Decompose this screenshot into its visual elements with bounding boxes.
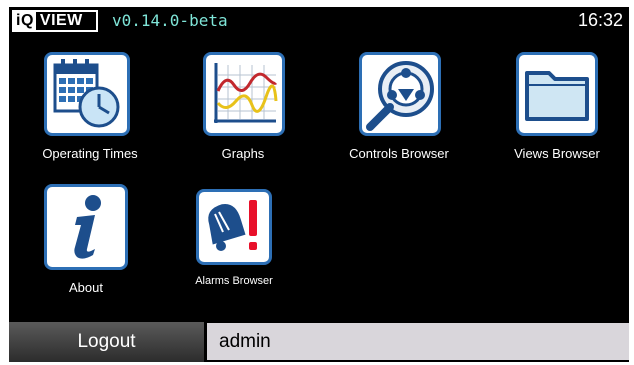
logo-view: VIEW	[39, 12, 83, 29]
iqview-logo: iQ VIEW	[12, 10, 98, 32]
folder-icon	[516, 52, 598, 136]
top-bar: iQ VIEW v0.14.0-beta 16:32	[9, 7, 629, 35]
logout-button[interactable]: Logout	[9, 322, 204, 362]
clock: 16:32	[577, 10, 623, 30]
screen: iQ VIEW v0.14.0-beta 16:32 Operating Tim…	[9, 7, 629, 362]
app-label: Alarms Browser	[195, 275, 273, 287]
network-search-icon	[359, 52, 441, 136]
app-alarms-browser[interactable]: Alarms Browser	[164, 189, 304, 299]
app-graphs[interactable]: Graphs	[173, 52, 313, 167]
app-controls-browser[interactable]: Controls Browser	[329, 52, 469, 167]
app-label: Operating Times	[42, 146, 138, 161]
app-label: Views Browser	[514, 146, 600, 161]
app-operating-times[interactable]: Operating Times	[20, 52, 160, 167]
version-label: v0.14.0-beta	[112, 11, 228, 30]
username-field: admin	[207, 323, 629, 360]
app-label: Controls Browser	[349, 146, 449, 161]
alarm-bell-icon	[196, 189, 272, 265]
bottom-bar: Logout admin	[9, 319, 629, 362]
info-icon	[44, 184, 128, 270]
calendar-clock-icon	[44, 52, 130, 136]
app-views-browser[interactable]: Views Browser	[487, 52, 627, 167]
app-label: About	[69, 280, 103, 295]
line-graph-icon	[203, 52, 285, 136]
app-about[interactable]: About	[16, 184, 156, 299]
logo-iq: iQ	[14, 12, 36, 30]
app-label: Graphs	[221, 146, 265, 161]
